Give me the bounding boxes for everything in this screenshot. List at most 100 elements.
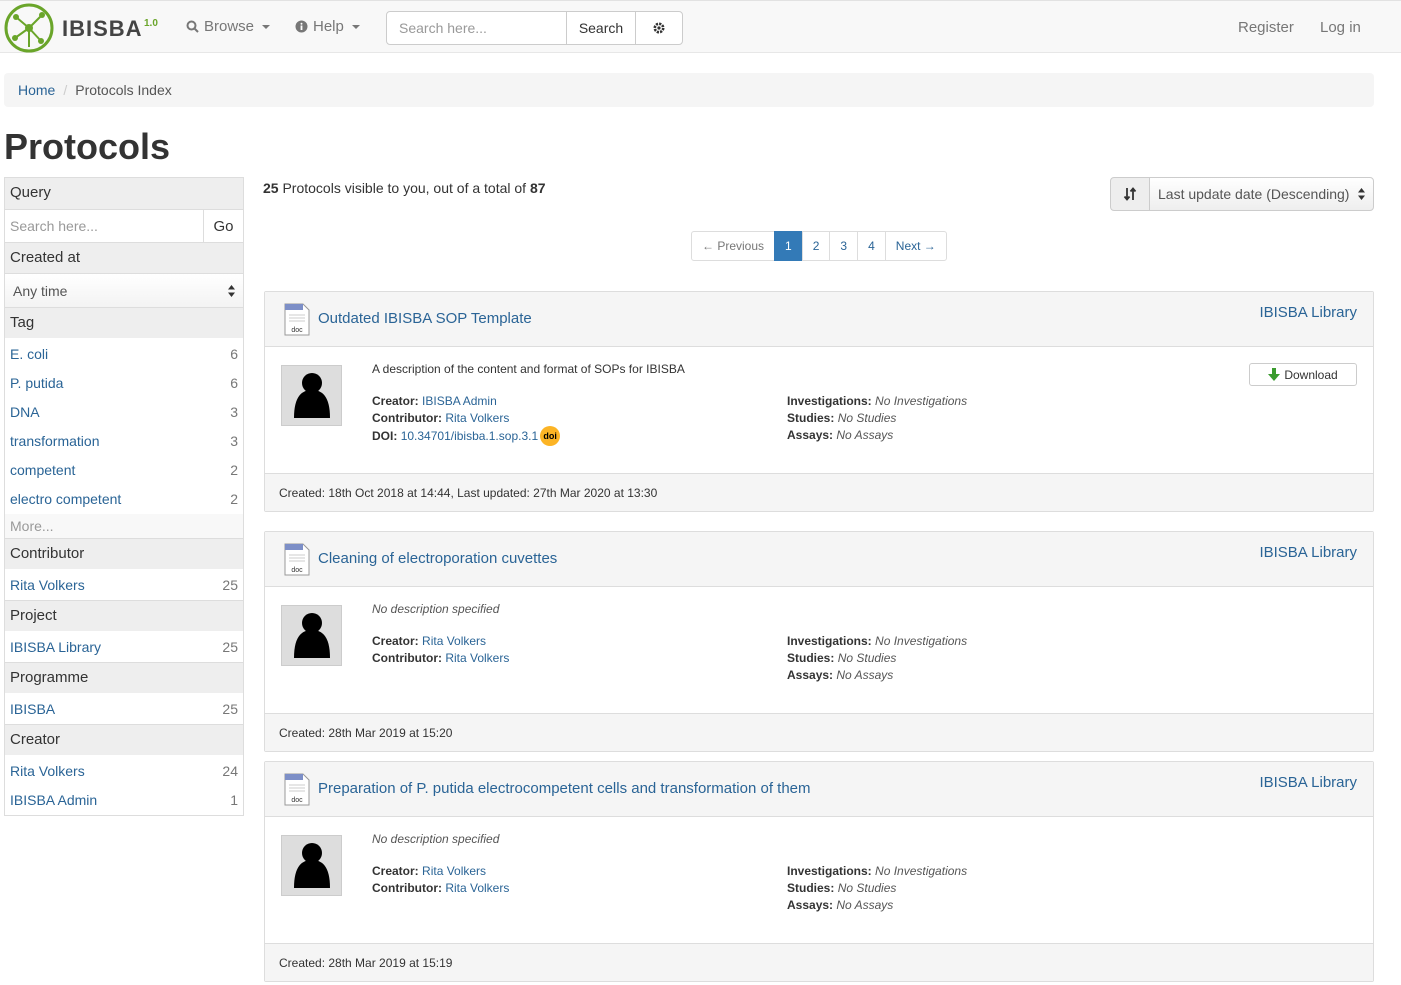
pagination-next[interactable]: Next →: [884, 231, 947, 261]
pagination-page[interactable]: 2: [801, 231, 831, 261]
tag-filter-item[interactable]: competent 2: [5, 455, 243, 484]
document-icon: doc: [284, 303, 310, 336]
programme-filter-item[interactable]: IBISBA 25: [5, 694, 243, 723]
search-input[interactable]: [386, 11, 567, 45]
doi-label: DOI:: [372, 429, 398, 444]
contributor-label: Contributor:: [372, 651, 442, 665]
tag-label[interactable]: P. putida: [10, 375, 63, 391]
search-settings-button[interactable]: [635, 11, 683, 45]
programme-label[interactable]: IBISBA: [10, 701, 55, 717]
breadcrumb: Home / Protocols Index: [4, 73, 1374, 107]
project-link[interactable]: IBISBA Library: [1259, 304, 1357, 321]
protocol-card-body: A description of the content and format …: [265, 347, 1373, 473]
doi-link[interactable]: 10.34701/ibisba.1.sop.3.1: [401, 429, 538, 443]
creator-label: Creator:: [372, 864, 419, 878]
ibisba-logo[interactable]: IBISBA 1.0: [4, 3, 158, 53]
browse-menu[interactable]: Browse: [186, 18, 271, 35]
sort-order-button[interactable]: [1110, 177, 1150, 211]
project-link[interactable]: IBISBA Library: [1259, 544, 1357, 561]
protocol-card-header: doc Outdated IBISBA SOP Template IBISBA …: [265, 292, 1373, 347]
filter-go-button[interactable]: Go: [204, 210, 243, 242]
pagination-page[interactable]: 1: [774, 231, 803, 261]
svg-text:doc: doc: [291, 327, 303, 334]
project-count: 25: [222, 638, 238, 655]
avatar[interactable]: [281, 365, 342, 426]
created-at-select[interactable]: Any time: [5, 273, 243, 307]
search-button[interactable]: Search: [566, 11, 636, 45]
pagination-page[interactable]: 4: [857, 231, 886, 261]
assays-label: Assays:: [787, 428, 834, 442]
help-label: Help: [313, 18, 344, 35]
tag-heading: Tag: [5, 307, 243, 338]
creator-filter-item[interactable]: Rita Volkers 24: [5, 756, 243, 785]
creator-link[interactable]: IBISBA Admin: [422, 394, 497, 408]
tag-label[interactable]: transformation: [10, 433, 99, 449]
tag-filter-item[interactable]: E. coli 6: [5, 339, 243, 368]
project-filter-item[interactable]: IBISBA Library 25: [5, 632, 243, 661]
tag-filter-item[interactable]: P. putida 6: [5, 368, 243, 397]
protocol-title-link[interactable]: Cleaning of electroporation cuvettes: [318, 550, 557, 567]
contributor-link[interactable]: Rita Volkers: [445, 881, 509, 895]
tag-more-link[interactable]: More...: [5, 514, 243, 538]
creator-label[interactable]: Rita Volkers: [10, 763, 85, 779]
tag-filter-item[interactable]: electro competent 2: [5, 484, 243, 513]
tag-label[interactable]: DNA: [10, 404, 40, 420]
protocol-card-footer: Created: 28th Mar 2019 at 15:19: [265, 943, 1373, 981]
creator-link[interactable]: Rita Volkers: [422, 634, 486, 648]
protocol-card-footer: Created: 18th Oct 2018 at 14:44, Last up…: [265, 473, 1373, 511]
contributor-list: Rita Volkers 25: [5, 569, 243, 600]
creator-count: 24: [222, 762, 238, 779]
avatar[interactable]: [281, 605, 342, 666]
filter-search-input[interactable]: [5, 210, 204, 242]
chevron-down-icon: [262, 24, 271, 29]
pagination-previous[interactable]: ← Previous: [691, 231, 776, 261]
contributor-filter-item[interactable]: Rita Volkers 25: [5, 570, 243, 599]
register-link[interactable]: Register: [1238, 19, 1294, 36]
assays-label: Assays:: [787, 668, 834, 682]
download-button[interactable]: Download: [1249, 363, 1357, 386]
assays-label: Assays:: [787, 898, 834, 912]
help-menu[interactable]: Help: [295, 18, 360, 35]
protocol-title-link[interactable]: Outdated IBISBA SOP Template: [318, 310, 532, 327]
avatar[interactable]: [281, 835, 342, 896]
person-icon: [294, 843, 330, 888]
investigations-label: Investigations:: [787, 864, 872, 878]
pagination-page[interactable]: 3: [829, 231, 859, 261]
creator-count: 1: [230, 791, 238, 808]
creator-filter-item[interactable]: IBISBA Admin 1: [5, 785, 243, 814]
project-link[interactable]: IBISBA Library: [1259, 774, 1357, 791]
contributor-label[interactable]: Rita Volkers: [10, 577, 85, 593]
programme-heading: Programme: [5, 662, 243, 693]
tag-label[interactable]: electro competent: [10, 491, 121, 507]
creator-label[interactable]: IBISBA Admin: [10, 792, 97, 808]
protocol-title-link[interactable]: Preparation of P. putida electrocompeten…: [318, 780, 811, 797]
tag-filter-item[interactable]: DNA 3: [5, 397, 243, 426]
creator-label: Creator:: [372, 634, 419, 648]
tag-label[interactable]: competent: [10, 462, 75, 478]
creator-list: Rita Volkers 24 IBISBA Admin 1: [5, 755, 243, 815]
studies-label: Studies:: [787, 881, 835, 895]
tag-count: 6: [230, 345, 238, 362]
contributor-heading: Contributor: [5, 538, 243, 569]
breadcrumb-home[interactable]: Home: [18, 82, 55, 98]
tag-filter-item[interactable]: transformation 3: [5, 426, 243, 455]
studies-value: No Studies: [837, 651, 897, 665]
contributor-label: Contributor:: [372, 881, 442, 895]
studies-label: Studies:: [787, 651, 835, 665]
visible-count: 25: [263, 180, 279, 196]
project-heading: Project: [5, 600, 243, 631]
studies-value: No Studies: [837, 881, 897, 895]
protocol-card-header: doc Preparation of P. putida electrocomp…: [265, 762, 1373, 817]
page-title: Protocols: [4, 126, 171, 167]
person-icon: [294, 373, 330, 418]
login-link[interactable]: Log in: [1320, 19, 1361, 36]
tag-label[interactable]: E. coli: [10, 346, 48, 362]
tag-count: 6: [230, 374, 238, 391]
contributor-link[interactable]: Rita Volkers: [445, 651, 509, 665]
creator-link[interactable]: Rita Volkers: [422, 864, 486, 878]
contributor-link[interactable]: Rita Volkers: [445, 411, 509, 425]
logo-version: 1.0: [144, 18, 158, 29]
protocol-description: No description specified: [372, 832, 500, 846]
sort-select[interactable]: Last update date (Descending): [1149, 177, 1374, 211]
project-label[interactable]: IBISBA Library: [10, 639, 101, 655]
